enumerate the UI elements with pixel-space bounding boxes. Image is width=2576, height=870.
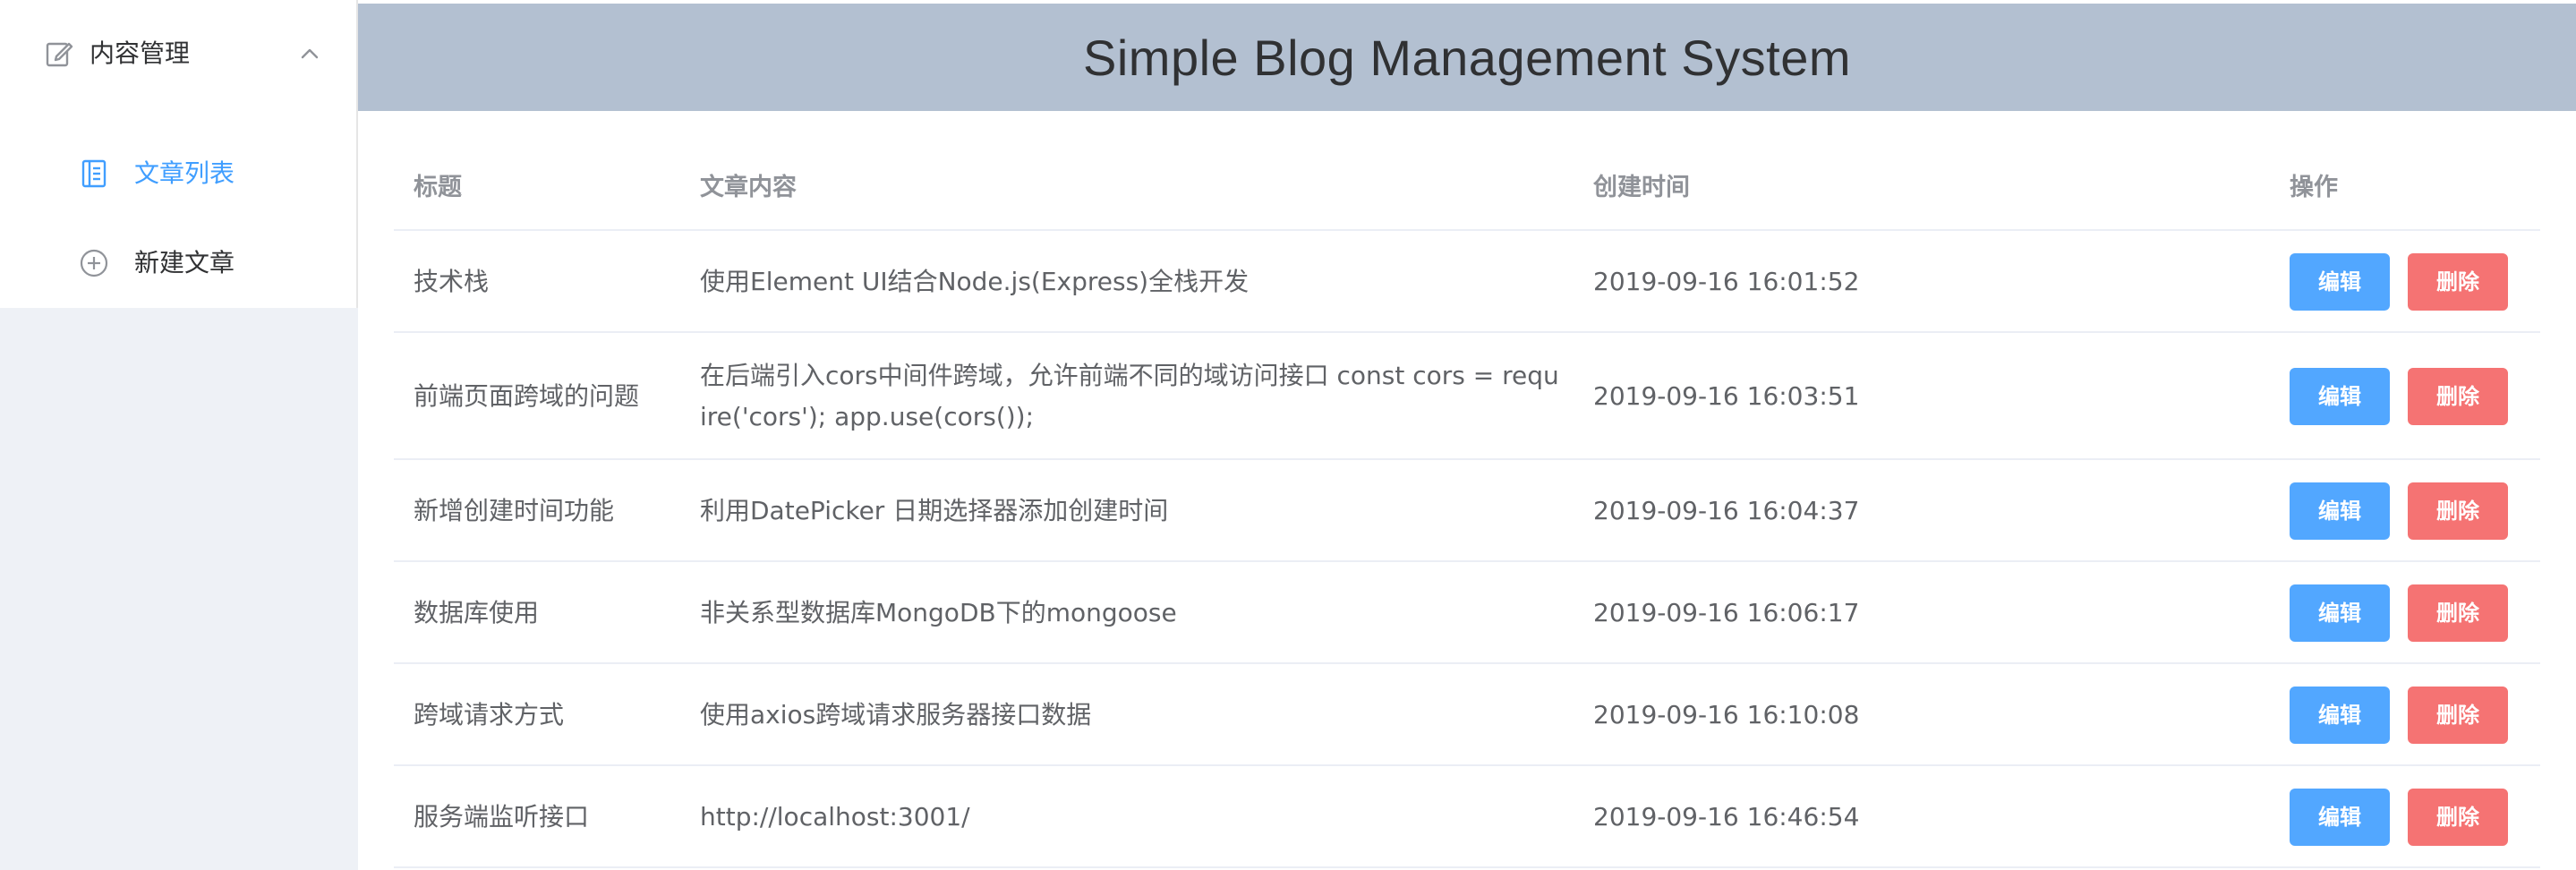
row-created-time: 2019-09-16 16:10:08 xyxy=(1593,700,1860,729)
circle-plus-icon xyxy=(79,248,109,278)
delete-button[interactable]: 删除 xyxy=(2408,482,2508,540)
row-content: 使用Element UI结合Node.js(Express)全栈开发 xyxy=(700,267,1250,296)
table-row: 新增创建时间功能 利用DatePicker 日期选择器添加创建时间 2019-0… xyxy=(394,460,2540,562)
row-title: 数据库使用 xyxy=(414,598,540,627)
delete-button[interactable]: 删除 xyxy=(2408,789,2508,846)
row-title: 服务端监听接口 xyxy=(414,802,590,832)
edit-icon xyxy=(45,39,73,68)
table-row: 服务端监听接口 http://localhost:3001/ 2019-09-1… xyxy=(394,766,2540,868)
row-title: 前端页面跨域的问题 xyxy=(414,381,640,411)
delete-button[interactable]: 删除 xyxy=(2408,253,2508,311)
column-header-actions: 操作 xyxy=(2290,174,2338,201)
delete-button[interactable]: 删除 xyxy=(2408,687,2508,744)
column-header-created-time: 创建时间 xyxy=(1593,174,1690,201)
article-table: 标题 文章内容 创建时间 操作 技术栈 使用Element UI结合Node.j… xyxy=(394,147,2540,868)
side-menu: 内容管理 文章列表 新建文章 xyxy=(0,0,358,308)
sidebar-item-label: 新建文章 xyxy=(134,248,235,277)
row-content: 在后端引入cors中间件跨域，允许前端不同的域访问接口 const cors =… xyxy=(700,361,1559,431)
document-icon xyxy=(79,158,109,189)
column-header-content: 文章内容 xyxy=(700,174,797,201)
sidebar-item-new-article[interactable]: 新建文章 xyxy=(0,218,356,308)
row-created-time: 2019-09-16 16:03:51 xyxy=(1593,381,1860,411)
sidebar-item-article-list[interactable]: 文章列表 xyxy=(0,129,356,218)
row-content: 非关系型数据库MongoDB下的mongoose xyxy=(700,598,1177,627)
submenu-label: 内容管理 xyxy=(90,38,191,68)
page-title: Simple Blog Management System xyxy=(1083,29,1851,86)
row-created-time: 2019-09-16 16:01:52 xyxy=(1593,267,1860,296)
table-row: 技术栈 使用Element UI结合Node.js(Express)全栈开发 2… xyxy=(394,231,2540,333)
table-row: 跨域请求方式 使用axios跨域请求服务器接口数据 2019-09-16 16:… xyxy=(394,664,2540,766)
table-header: 标题 文章内容 创建时间 操作 xyxy=(394,147,2540,231)
sidebar-item-label: 文章列表 xyxy=(134,158,235,188)
row-created-time: 2019-09-16 16:04:37 xyxy=(1593,496,1860,525)
sidebar: 内容管理 文章列表 新建文章 xyxy=(0,0,358,870)
column-header-title: 标题 xyxy=(414,174,462,201)
row-content: 使用axios跨域请求服务器接口数据 xyxy=(700,700,1092,729)
edit-button[interactable]: 编辑 xyxy=(2290,584,2390,642)
row-title: 跨域请求方式 xyxy=(414,700,565,729)
table-row: 前端页面跨域的问题 在后端引入cors中间件跨域，允许前端不同的域访问接口 co… xyxy=(394,333,2540,460)
row-title: 新增创建时间功能 xyxy=(414,496,615,525)
edit-button[interactable]: 编辑 xyxy=(2290,368,2390,425)
row-content: http://localhost:3001/ xyxy=(700,802,970,832)
edit-button[interactable]: 编辑 xyxy=(2290,789,2390,846)
edit-button[interactable]: 编辑 xyxy=(2290,253,2390,311)
chevron-up-icon xyxy=(299,43,320,64)
row-title: 技术栈 xyxy=(414,267,490,296)
edit-button[interactable]: 编辑 xyxy=(2290,687,2390,744)
row-content: 利用DatePicker 日期选择器添加创建时间 xyxy=(700,496,1169,525)
row-created-time: 2019-09-16 16:06:17 xyxy=(1593,598,1860,627)
page-header: Simple Blog Management System xyxy=(358,4,2576,111)
delete-button[interactable]: 删除 xyxy=(2408,584,2508,642)
submenu-content-management[interactable]: 内容管理 xyxy=(0,0,358,107)
table-row: 数据库使用 非关系型数据库MongoDB下的mongoose 2019-09-1… xyxy=(394,562,2540,664)
row-created-time: 2019-09-16 16:46:54 xyxy=(1593,802,1860,832)
edit-button[interactable]: 编辑 xyxy=(2290,482,2390,540)
delete-button[interactable]: 删除 xyxy=(2408,368,2508,425)
